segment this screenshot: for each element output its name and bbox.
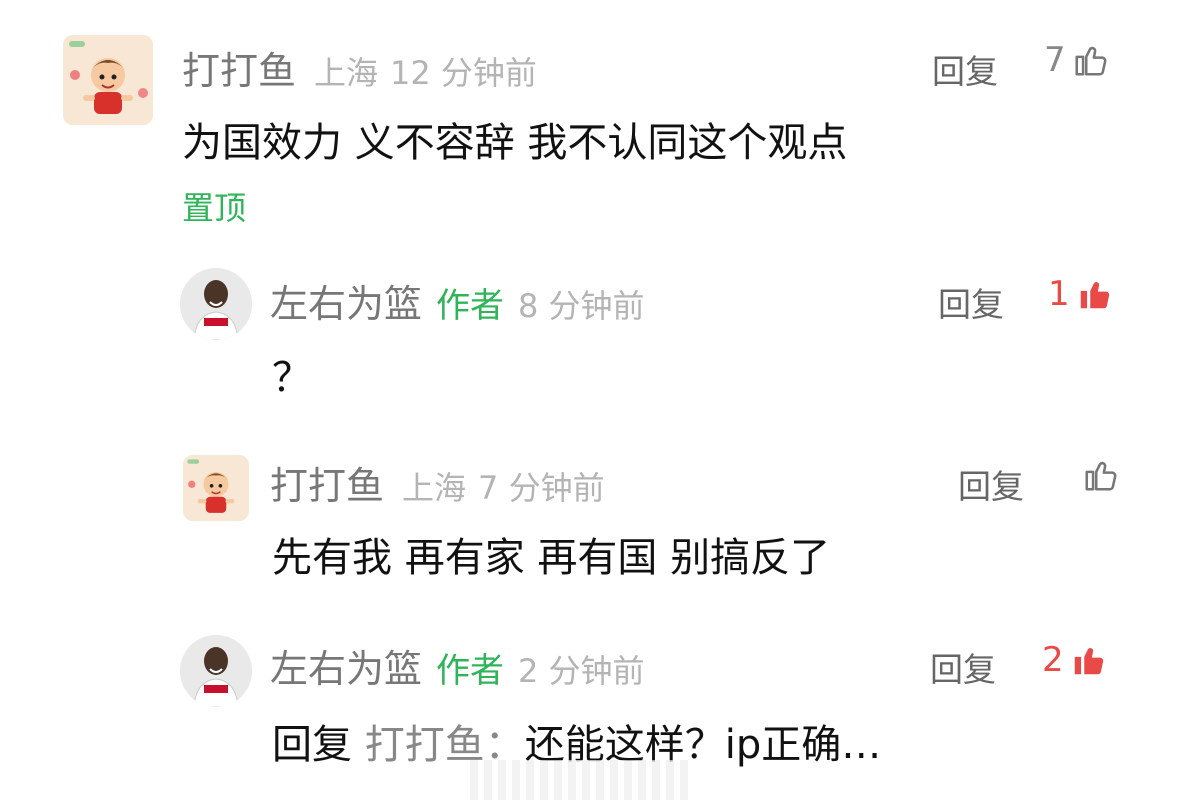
location-label: 上海 bbox=[402, 469, 467, 507]
timestamp: 2 分钟前 bbox=[518, 652, 645, 690]
reply-button[interactable]: 回复 bbox=[930, 643, 996, 691]
location-label: 上海 bbox=[314, 54, 379, 92]
watermark bbox=[470, 760, 690, 800]
like-count: 1 bbox=[1048, 274, 1070, 314]
like-count: 2 bbox=[1042, 640, 1064, 680]
like-button[interactable]: 1 bbox=[1048, 274, 1114, 314]
basketball-player-avatar-icon bbox=[180, 268, 252, 340]
thumbs-up-outline-icon bbox=[1085, 461, 1117, 491]
avatar[interactable] bbox=[180, 635, 252, 707]
cartoon-boy-avatar-icon bbox=[183, 455, 249, 521]
author-badge: 作者 bbox=[436, 286, 505, 326]
like-button[interactable]: 2 bbox=[1042, 640, 1108, 680]
timestamp: 8 分钟前 bbox=[518, 287, 645, 325]
avatar[interactable] bbox=[183, 455, 249, 521]
thumbs-up-outline-icon bbox=[1075, 46, 1107, 76]
reply-prefix: 回复 bbox=[272, 722, 352, 768]
like-count: 7 bbox=[1044, 40, 1066, 80]
username[interactable]: 左右为篮 bbox=[270, 638, 422, 693]
comment-text: ？ bbox=[272, 355, 312, 401]
username[interactable]: 打打鱼 bbox=[270, 455, 384, 510]
like-button[interactable] bbox=[1076, 456, 1120, 494]
username[interactable]: 左右为篮 bbox=[270, 273, 422, 328]
like-button[interactable]: 7 bbox=[1044, 40, 1110, 80]
reply-button[interactable]: 回复 bbox=[932, 45, 998, 93]
reply-button[interactable]: 回复 bbox=[958, 460, 1024, 508]
avatar[interactable] bbox=[63, 35, 153, 125]
comment-text: 先有我 再有家 再有国 别搞反了 bbox=[272, 535, 831, 581]
thumbs-up-filled-icon bbox=[1080, 282, 1109, 309]
comment-text: 为国效力 义不容辞 我不认同这个观点 bbox=[182, 120, 848, 166]
author-badge: 作者 bbox=[436, 651, 505, 691]
username[interactable]: 打打鱼 bbox=[182, 40, 296, 95]
avatar[interactable] bbox=[180, 268, 252, 340]
basketball-player-avatar-icon bbox=[180, 635, 252, 707]
pin-button[interactable]: 置顶 bbox=[182, 183, 246, 229]
timestamp: 7 分钟前 bbox=[478, 469, 605, 507]
timestamp: 12 分钟前 bbox=[390, 54, 537, 92]
reply-button[interactable]: 回复 bbox=[938, 278, 1004, 326]
cartoon-boy-avatar-icon bbox=[63, 35, 153, 125]
thumbs-up-filled-icon bbox=[1074, 648, 1103, 675]
